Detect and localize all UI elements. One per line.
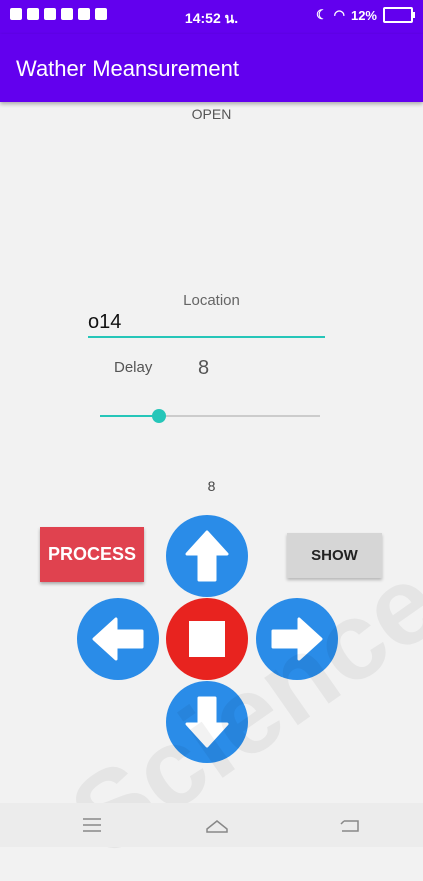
arrow-up-icon — [185, 530, 229, 582]
location-label: Location — [183, 292, 240, 309]
delay-label: Delay — [114, 359, 153, 376]
back-icon[interactable] — [338, 815, 362, 835]
home-icon[interactable] — [205, 815, 229, 835]
wifi-icon: ◠ — [333, 7, 345, 22]
battery-icon — [383, 7, 415, 23]
delay-slider[interactable] — [100, 406, 320, 426]
location-input[interactable] — [88, 308, 325, 338]
delay-value: 8 — [198, 357, 210, 379]
slider-value: 8 — [207, 478, 216, 494]
system-nav-bar — [0, 803, 423, 847]
arrow-down-icon — [185, 696, 229, 748]
stop-icon — [189, 621, 225, 657]
left-button[interactable] — [77, 598, 159, 680]
slider-fill — [100, 415, 159, 417]
show-button[interactable]: SHOW — [287, 533, 382, 578]
connection-status: OPEN — [191, 106, 232, 122]
up-button[interactable] — [166, 515, 248, 597]
down-button[interactable] — [166, 681, 248, 763]
slider-thumb[interactable] — [151, 409, 166, 423]
status-bar: 14:52 น. ☾ ◠ 12% — [0, 0, 423, 34]
stop-button[interactable] — [166, 598, 248, 680]
arrow-left-icon — [92, 617, 144, 661]
app-title: Wather Meansurement — [16, 56, 239, 81]
status-right: ☾ ◠ 12% — [315, 7, 415, 23]
moon-icon: ☾ — [315, 7, 328, 22]
arrow-right-icon — [271, 617, 323, 661]
right-button[interactable] — [256, 598, 338, 680]
process-button[interactable]: PROCESS — [40, 527, 144, 582]
app-bar: Wather Meansurement — [0, 34, 423, 102]
battery-percent: 12% — [350, 7, 377, 23]
menu-icon[interactable] — [80, 815, 104, 835]
